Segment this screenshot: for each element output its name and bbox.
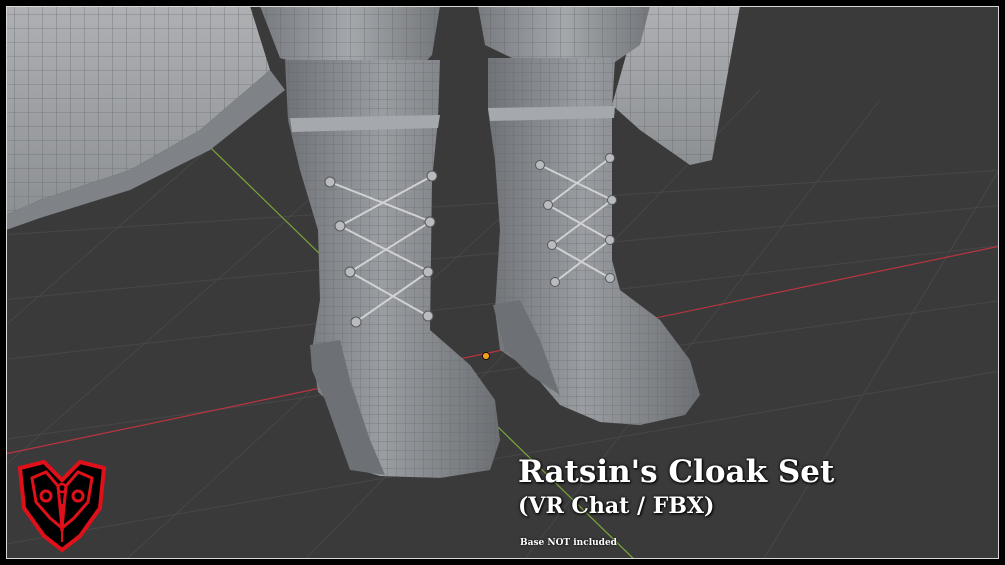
banner-title: Ratsin's Cloak Set [518, 454, 835, 490]
banner-subtitle: (VR Chat / FBX) [518, 493, 715, 519]
right-leg-mesh [478, 6, 650, 62]
banner-note: Base NOT included [520, 538, 617, 548]
scene-render [0, 0, 1005, 565]
origin-marker [482, 352, 490, 360]
3d-viewport[interactable]: Ratsin's Cloak Set (VR Chat / FBX) Base … [0, 0, 1005, 565]
edge-object-fragment [1000, 205, 1005, 235]
banner-text: Ratsin's Cloak Set (VR Chat / FBX) [518, 452, 834, 520]
fox-mask-logo-icon [17, 459, 107, 553]
